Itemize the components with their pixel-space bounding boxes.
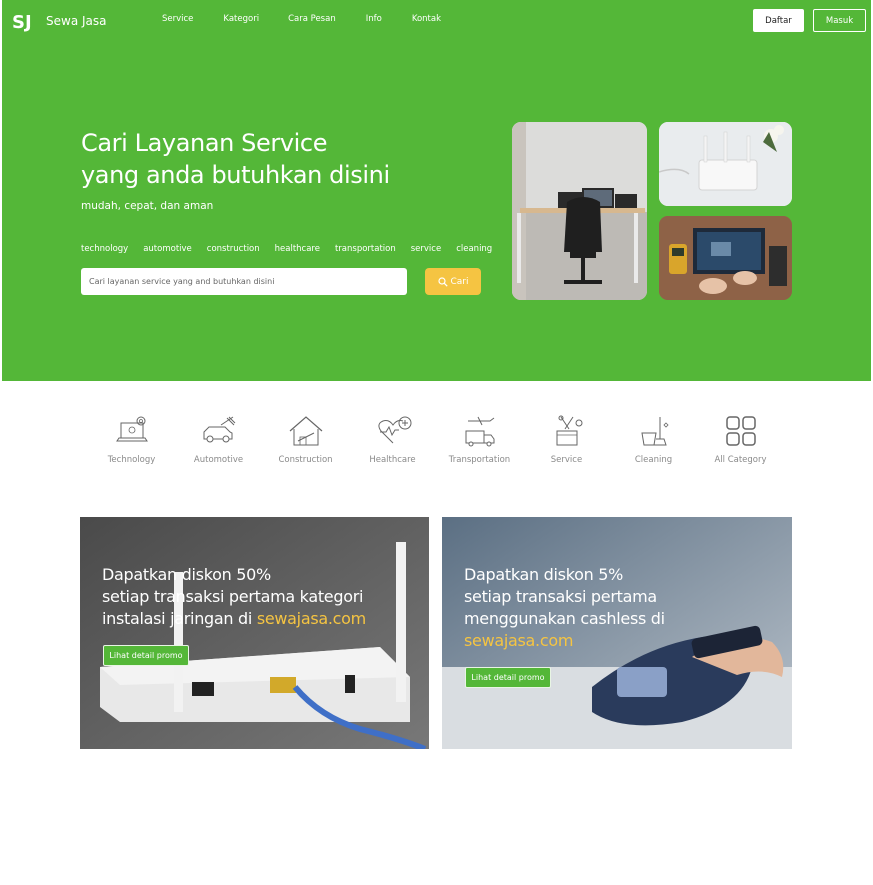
- category-label: All Category: [714, 455, 767, 465]
- nav-kategori[interactable]: Kategori: [223, 14, 259, 24]
- promo-line-1: Dapatkan diskon 5%: [464, 565, 624, 584]
- tag-technology[interactable]: technology: [81, 244, 128, 254]
- laptop-gear-icon: [115, 416, 148, 442]
- category-cleaning[interactable]: Cleaning: [610, 413, 697, 465]
- logo[interactable]: SJ Sewa Jasa: [12, 9, 106, 33]
- hero-photo-laptop-repair: [659, 216, 792, 300]
- nav-info[interactable]: Info: [366, 14, 382, 24]
- main-nav: Service Kategori Cara Pesan Info Kontak: [162, 14, 471, 24]
- category-construction[interactable]: Construction: [262, 413, 349, 465]
- heart-plus-icon: [377, 416, 411, 444]
- tag-cleaning[interactable]: cleaning: [456, 244, 492, 254]
- hero-title-line-1: Cari Layanan Service: [81, 129, 328, 157]
- search-button[interactable]: Cari: [425, 268, 481, 295]
- category-service[interactable]: Service: [523, 413, 610, 465]
- promo-highlight: sewajasa.com: [464, 631, 574, 650]
- category-list: Technology Automotive Construction Healt…: [88, 413, 784, 465]
- logo-mark-icon: SJ: [12, 9, 40, 33]
- tag-construction[interactable]: construction: [207, 244, 260, 254]
- hero-subtitle: mudah, cepat, dan aman: [81, 200, 214, 212]
- login-button[interactable]: Masuk: [813, 9, 866, 32]
- search-icon: [437, 276, 448, 287]
- hero-photo-workspace: [512, 122, 647, 300]
- register-button[interactable]: Daftar: [753, 9, 804, 32]
- category-technology[interactable]: Technology: [88, 413, 175, 465]
- tag-transportation[interactable]: transportation: [335, 244, 396, 254]
- nav-service[interactable]: Service: [162, 14, 193, 24]
- search-button-label: Cari: [450, 276, 469, 287]
- logo-mark-text: SJ: [12, 12, 32, 33]
- category-healthcare[interactable]: Healthcare: [349, 413, 436, 465]
- promo-card-cashless[interactable]: Dapatkan diskon 5% setiap transaksi pert…: [442, 517, 792, 749]
- category-label: Service: [550, 455, 583, 465]
- promo-text: Dapatkan diskon 50% setiap transaksi per…: [102, 564, 366, 630]
- promo-line-1: Dapatkan diskon 50%: [102, 565, 271, 584]
- hero-section: SJ Sewa Jasa Service Kategori Cara Pesan…: [2, 0, 871, 381]
- nav-cara-pesan[interactable]: Cara Pesan: [288, 14, 336, 24]
- promo-line-3: instalasi jaringan di: [102, 609, 257, 628]
- promo-line-2: setiap transaksi pertama: [464, 587, 657, 606]
- category-label: Transportation: [448, 455, 511, 465]
- promo-line-3: menggunakan cashless di: [464, 609, 665, 628]
- category-all[interactable]: All Category: [697, 413, 784, 465]
- category-label: Automotive: [193, 455, 244, 465]
- category-transportation[interactable]: Transportation: [436, 413, 523, 465]
- tag-automotive[interactable]: automotive: [143, 244, 192, 254]
- promo-line-2: setiap transaksi pertama kategori: [102, 587, 364, 606]
- promo-highlight: sewajasa.com: [256, 609, 366, 628]
- promo-detail-button[interactable]: Lihat detail promo: [103, 645, 189, 666]
- category-label: Technology: [107, 455, 156, 465]
- hero-title: Cari Layanan Service yang anda butuhkan …: [81, 127, 390, 191]
- promo-card-network[interactable]: Dapatkan diskon 50% setiap transaksi per…: [80, 517, 429, 749]
- category-automotive[interactable]: Automotive: [175, 413, 262, 465]
- hero-title-line-2: yang anda butuhkan disini: [81, 161, 390, 189]
- brand-name: Sewa Jasa: [46, 14, 107, 28]
- grid-icon: [725, 416, 756, 446]
- category-label: Cleaning: [634, 455, 673, 465]
- house-icon: [289, 416, 322, 446]
- promo-text: Dapatkan diskon 5% setiap transaksi pert…: [464, 564, 665, 652]
- plane-truck-icon: [465, 416, 494, 447]
- category-label: Construction: [278, 455, 333, 465]
- category-label: Healthcare: [369, 455, 416, 465]
- hero-tags: technology automotive construction healt…: [81, 244, 507, 254]
- nav-kontak[interactable]: Kontak: [412, 14, 441, 24]
- search-input[interactable]: [81, 268, 407, 295]
- tag-healthcare[interactable]: healthcare: [275, 244, 320, 254]
- car-wrench-icon: [203, 416, 235, 443]
- hero-photo-router: [659, 122, 792, 206]
- bucket-mop-icon: [640, 417, 669, 446]
- promo-detail-button[interactable]: Lihat detail promo: [465, 667, 551, 688]
- tools-box-icon: [556, 415, 582, 446]
- promo-router-image: [80, 517, 429, 749]
- tag-service[interactable]: service: [411, 244, 441, 254]
